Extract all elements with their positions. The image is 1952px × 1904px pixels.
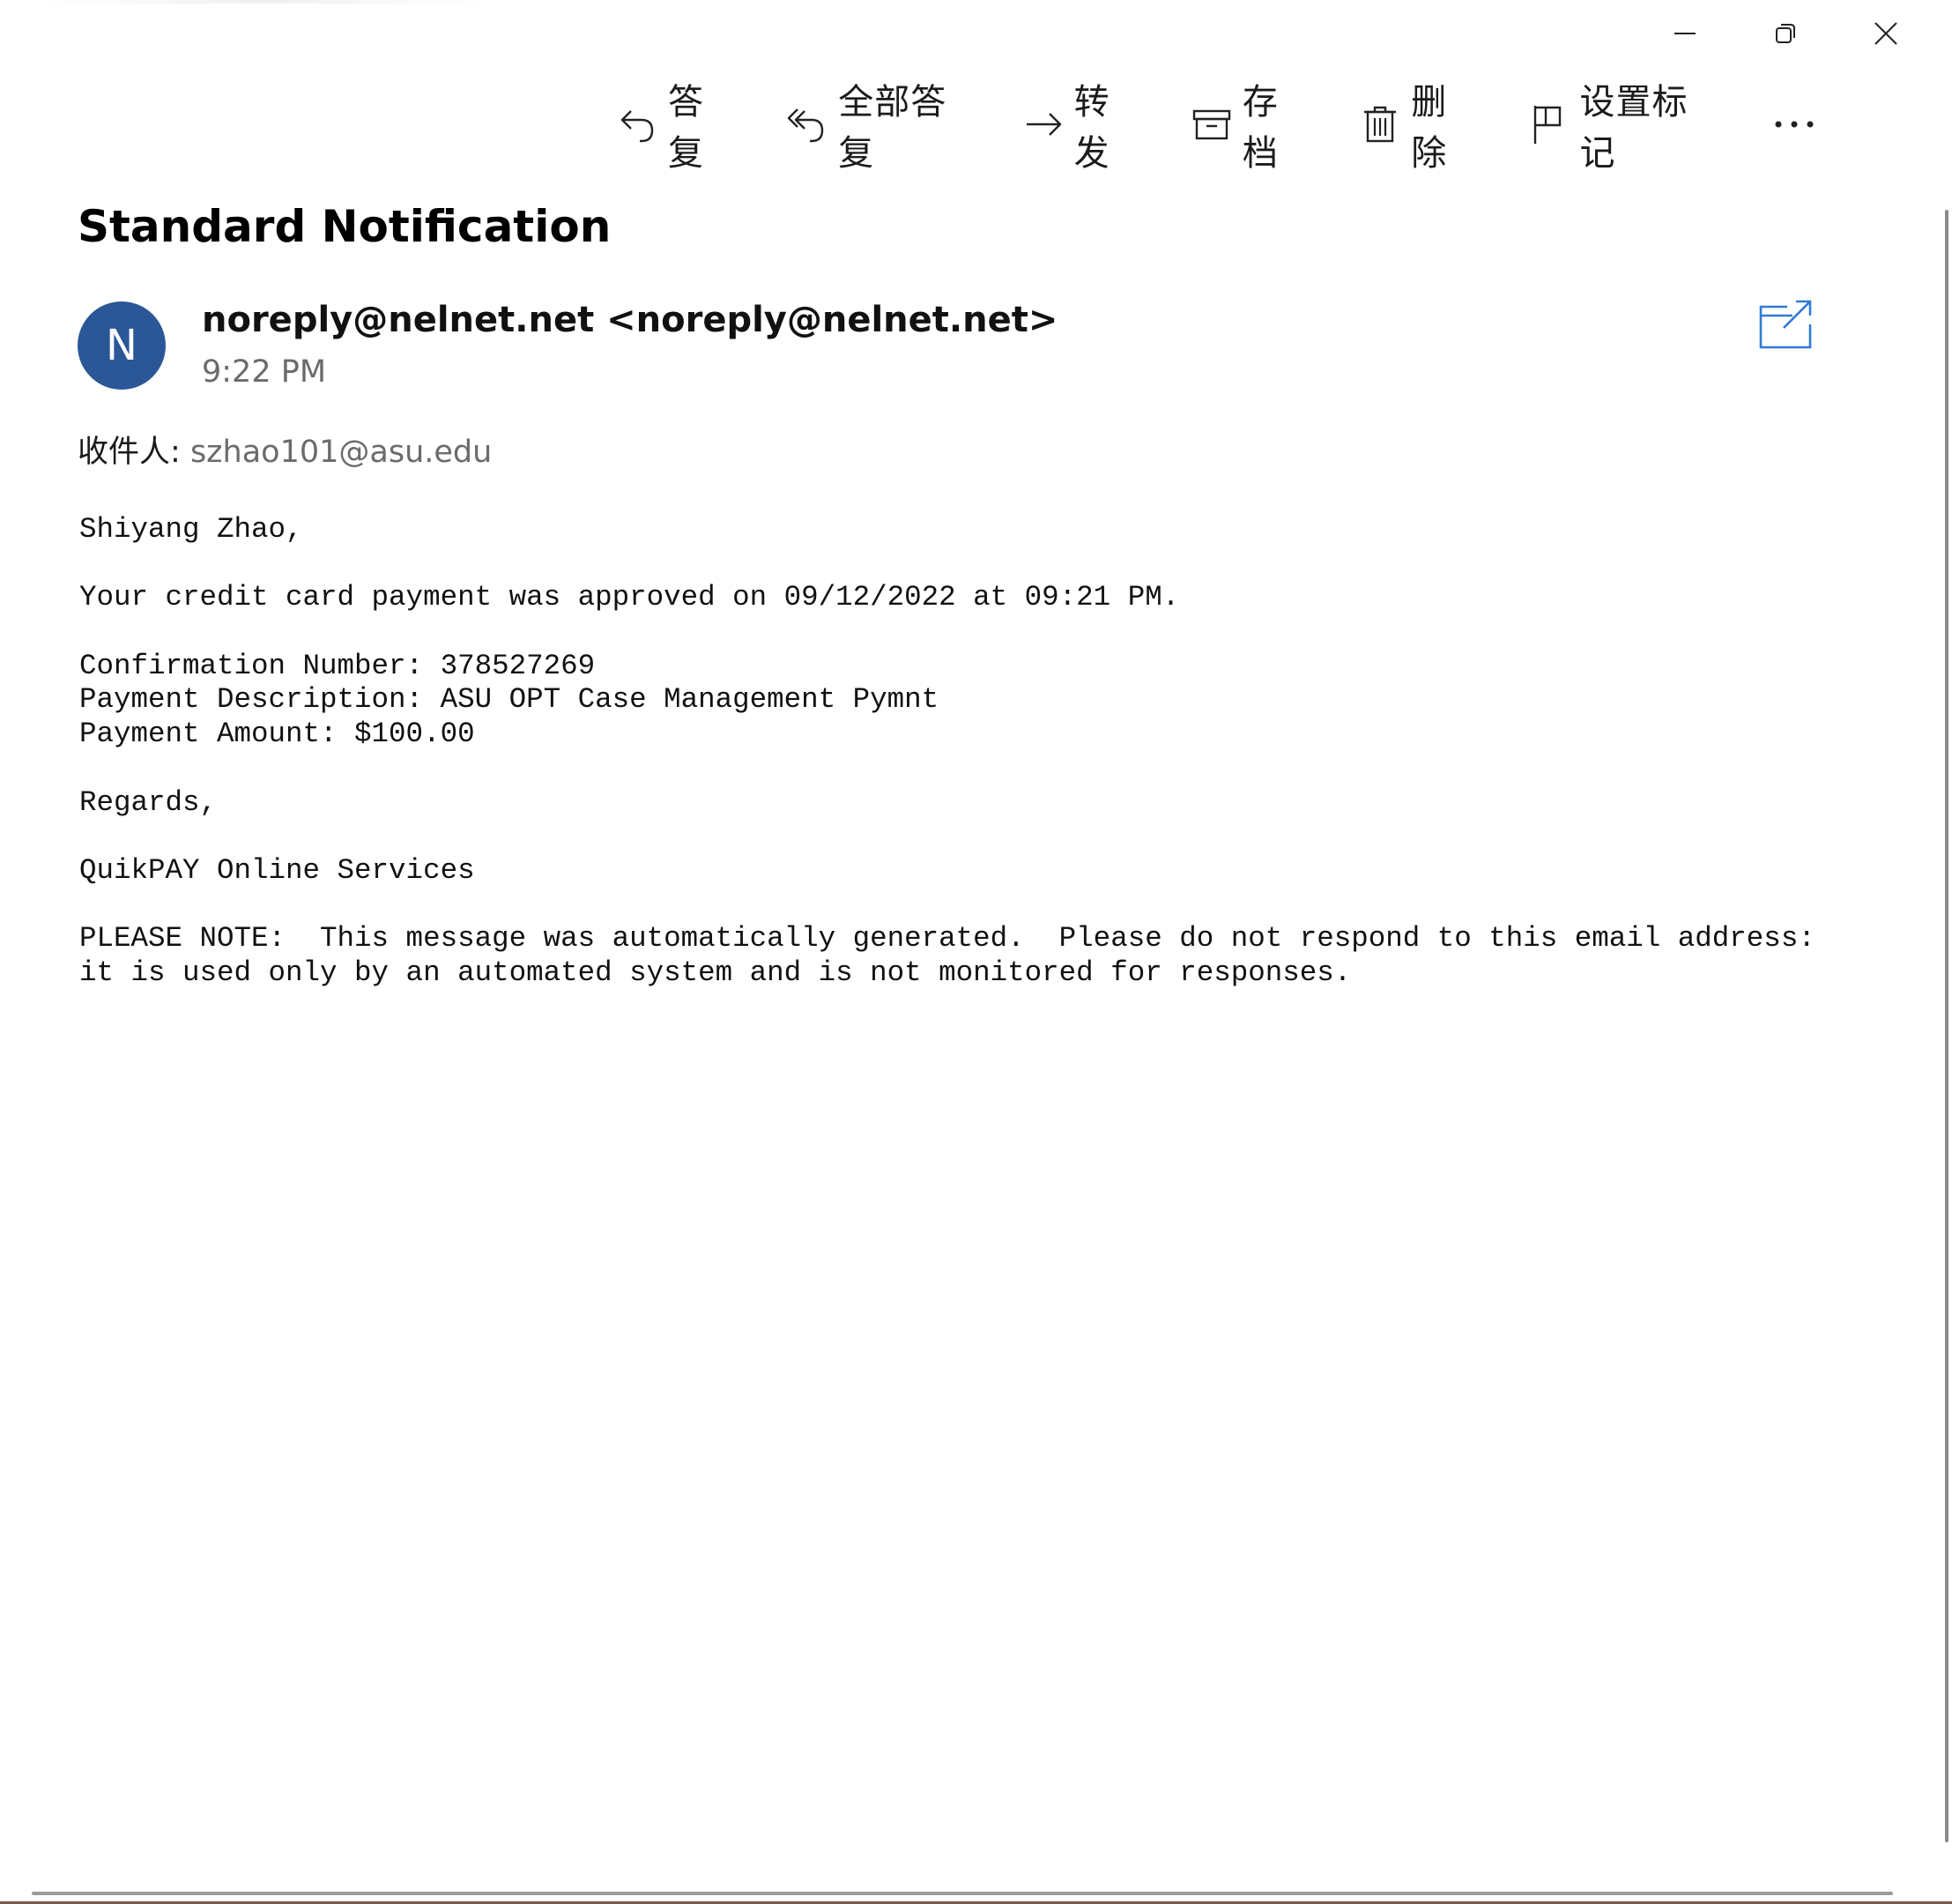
reply-label: 答复 [668,82,704,174]
message-toolbar: 答复 全部答复 转发 存档 删除 设置标记 [617,82,1820,174]
trash-icon [1360,103,1400,145]
forward-icon [1023,103,1064,145]
message-time: 9:22 PM [202,354,327,390]
recipient-address[interactable]: szhao101@asu.edu [190,435,492,470]
reply-icon [617,103,657,145]
flag-icon [1528,103,1569,145]
body-payment-description: Payment Description: ASU OPT Case Manage… [79,683,939,717]
body-approved-line: Your credit card payment was approved on… [79,581,1180,614]
forward-label: 转发 [1073,82,1110,174]
restore-button[interactable] [1735,11,1836,56]
flag-button[interactable]: 设置标记 [1528,82,1716,174]
window-controls [1635,11,1936,56]
body-greeting: Shiyang Zhao, [79,513,303,546]
body-signature: QuikPAY Online Services [79,853,475,887]
minimize-button[interactable] [1635,11,1735,56]
delete-label: 删除 [1411,82,1448,174]
sender-avatar[interactable]: N [78,301,166,390]
recipient-line: 收件人: szhao101@asu.edu [78,427,492,472]
archive-icon [1191,103,1232,145]
avatar-initial: N [106,321,137,370]
reply-all-icon [785,103,828,145]
open-in-new-window-button[interactable] [1757,300,1814,351]
horizontal-scrollbar[interactable] [32,1892,1893,1895]
flag-label: 设置标记 [1579,82,1689,174]
body-note-line-2: it is used only by an automated system a… [79,956,1352,990]
body-confirmation-number: Confirmation Number: 378527269 [79,649,596,682]
popout-icon [1759,300,1812,349]
archive-button[interactable]: 存档 [1191,82,1310,174]
more-actions-button[interactable] [1770,95,1820,153]
delete-button[interactable]: 删除 [1360,82,1479,174]
body-regards: Regards, [79,785,218,819]
archive-label: 存档 [1242,82,1279,174]
forward-button[interactable]: 转发 [1023,82,1142,174]
to-label: 收件人: [78,435,181,470]
restore-icon [1776,24,1795,43]
mail-reading-window: 答复 全部答复 转发 存档 删除 设置标记 Standard Notificat… [0,0,1952,1904]
reply-button[interactable]: 答复 [617,82,736,174]
more-icon [1775,121,1814,128]
body-note-line-1: PLEASE NOTE: This message was automatica… [79,922,1815,956]
close-icon [1874,22,1897,45]
close-button[interactable] [1836,11,1936,56]
sender-name[interactable]: noreply@nelnet.net <noreply@nelnet.net> [202,300,1058,340]
reply-all-button[interactable]: 全部答复 [785,82,973,174]
titlebar-shadow [35,0,494,4]
message-body: Shiyang Zhao, Your credit card payment wa… [79,513,1930,991]
reply-all-label: 全部答复 [838,82,947,174]
vertical-scrollbar[interactable] [1945,210,1948,1842]
body-payment-amount: Payment Amount: $100.00 [79,718,475,751]
message-subject: Standard Notification [78,201,612,252]
minimize-icon [1674,33,1696,34]
